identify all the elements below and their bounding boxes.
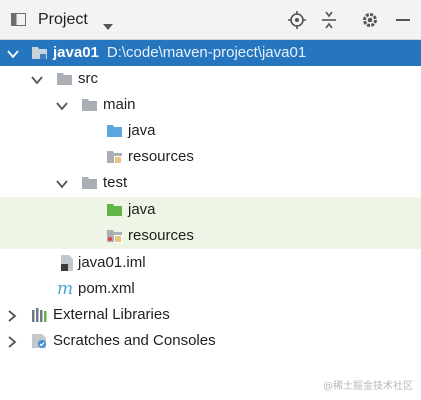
- watermark: @稀土掘金技术社区: [323, 381, 413, 392]
- minimize-icon[interactable]: [394, 11, 412, 29]
- tree-row-main[interactable]: main: [0, 92, 421, 118]
- tree-row-external-libraries[interactable]: External Libraries: [0, 302, 421, 328]
- maven-icon: m: [57, 279, 74, 299]
- tree-row-test-java[interactable]: java: [0, 197, 421, 223]
- iml-label: java01.iml: [78, 254, 146, 271]
- test-resources-folder-icon: [106, 228, 123, 244]
- libraries-icon: [31, 307, 48, 323]
- main-resources-label: resources: [128, 148, 194, 165]
- src-label: src: [78, 70, 98, 87]
- tree-row-scratches[interactable]: Scratches and Consoles: [0, 328, 421, 354]
- chevron-down-icon[interactable]: [56, 177, 68, 189]
- project-window-icon: [11, 13, 26, 26]
- folder-icon: [81, 175, 98, 191]
- root-label: java01 D:\code\maven-project\java01: [53, 44, 306, 61]
- svg-text:m: m: [57, 279, 73, 297]
- panel-title[interactable]: Project: [38, 11, 88, 29]
- module-folder-icon: [31, 45, 48, 61]
- tree-row-src[interactable]: src: [0, 66, 421, 92]
- tree-row-pom[interactable]: m pom.xml: [0, 276, 421, 302]
- chevron-down-icon[interactable]: [31, 73, 43, 85]
- gear-icon[interactable]: [361, 11, 379, 29]
- root-module-path: D:\code\maven-project\java01: [106, 44, 307, 61]
- root-module-name: java01: [53, 44, 99, 61]
- tree-row-main-resources[interactable]: resources: [0, 144, 421, 170]
- scratches-label: Scratches and Consoles: [53, 332, 216, 349]
- locate-icon[interactable]: [288, 11, 306, 29]
- main-java-label: java: [128, 122, 156, 139]
- tree-row-test-resources[interactable]: resources: [0, 223, 421, 249]
- resources-folder-icon: [106, 149, 123, 165]
- chevron-right-icon[interactable]: [6, 335, 18, 348]
- main-label: main: [103, 96, 136, 113]
- test-source-folder-icon: [106, 202, 123, 218]
- folder-icon: [81, 97, 98, 113]
- scratches-icon: [31, 333, 48, 349]
- tree-row-main-java[interactable]: java: [0, 118, 421, 144]
- test-label: test: [103, 174, 128, 191]
- chevron-down-icon[interactable]: [56, 99, 68, 111]
- pom-label: pom.xml: [78, 280, 135, 297]
- collapse-all-icon[interactable]: [320, 11, 338, 29]
- tree-row-iml[interactable]: java01.iml: [0, 250, 421, 276]
- folder-icon: [56, 71, 73, 87]
- source-folder-icon: [106, 123, 123, 139]
- chevron-down-icon[interactable]: [7, 47, 19, 59]
- iml-file-icon: [59, 255, 76, 271]
- project-panel-header: Project: [0, 0, 421, 40]
- tree-row-root[interactable]: java01 D:\code\maven-project\java01: [0, 40, 421, 66]
- tree-row-test[interactable]: test: [0, 170, 421, 196]
- test-java-label: java: [128, 201, 156, 218]
- view-mode-dropdown-icon[interactable]: [103, 17, 113, 34]
- test-resources-label: resources: [128, 227, 194, 244]
- external-libraries-label: External Libraries: [53, 306, 170, 323]
- chevron-right-icon[interactable]: [6, 309, 18, 322]
